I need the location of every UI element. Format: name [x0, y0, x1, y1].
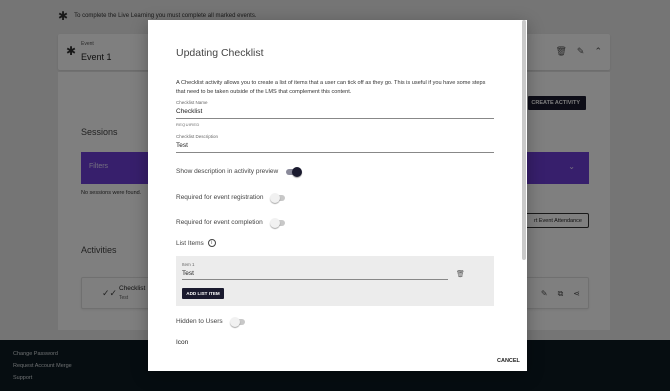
hidden-to-users-row: Hidden to Users	[176, 316, 245, 327]
field-value[interactable]: Checklist	[176, 108, 494, 118]
list-items-label: List Items	[176, 239, 204, 247]
cancel-button[interactable]: CANCEL	[497, 358, 520, 364]
hidden-to-users-toggle[interactable]	[229, 316, 245, 327]
required-registration-toggle[interactable]	[270, 192, 286, 203]
show-description-row: Show description in activity preview	[176, 166, 303, 177]
info-icon[interactable]: i	[207, 239, 216, 247]
checklist-name-field[interactable]: Checklist Name Checklist	[176, 100, 494, 119]
dialog-description: A Checklist activity allows you to creat…	[176, 80, 486, 95]
toggle-label: Show description in activity preview	[176, 168, 279, 175]
toggle-label: Hidden to Users	[176, 318, 223, 325]
required-completion-toggle[interactable]	[269, 217, 285, 228]
toggle-label: Required for event registration	[176, 194, 264, 201]
icon-heading: Icon	[176, 339, 189, 346]
show-description-toggle[interactable]	[286, 166, 303, 177]
delete-item-icon[interactable]: 🗑	[456, 270, 465, 278]
field-value[interactable]: Test	[176, 142, 494, 152]
list-item-field[interactable]: Item 1 Test	[182, 262, 448, 280]
field-label: Checklist Description	[176, 134, 219, 139]
required-completion-row: Required for event completion	[176, 217, 285, 228]
add-list-item-button[interactable]: ADD LIST ITEM	[182, 288, 224, 299]
field-label: Checklist Name	[176, 100, 208, 105]
list-items-heading: List Items i	[176, 239, 216, 247]
required-hint: REQUIRED	[176, 122, 200, 127]
dialog-scrollbar[interactable]	[522, 20, 526, 260]
dialog-title: Updating Checklist	[176, 47, 264, 59]
list-item-panel: Item 1 Test 🗑 ADD LIST ITEM	[176, 256, 494, 306]
toggle-label: Required for event completion	[176, 219, 263, 226]
updating-checklist-dialog: Updating Checklist A Checklist activity …	[148, 20, 527, 371]
required-registration-row: Required for event registration	[176, 192, 286, 203]
field-label: Item 1	[182, 262, 195, 267]
checklist-description-field[interactable]: Checklist Description Test	[176, 134, 494, 153]
field-value[interactable]: Test	[182, 270, 448, 279]
